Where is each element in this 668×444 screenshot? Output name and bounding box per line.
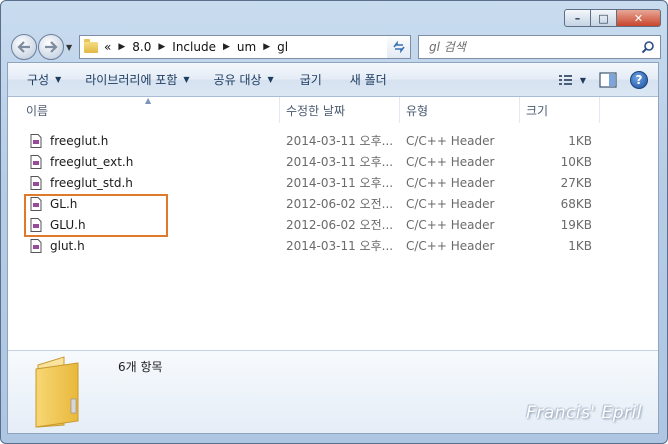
add-to-library-button[interactable]: 라이브러리에 포함 ▼ [76, 69, 198, 91]
file-type: C/C++ Header [406, 196, 495, 211]
close-button[interactable]: ✕ [617, 9, 661, 27]
file-date: 2012-06-02 오전... [286, 218, 394, 232]
breadcrumb-separator-icon[interactable]: ▶ [158, 42, 165, 52]
details-pane: 6개 항목 Francis' Epril [8, 350, 658, 433]
breadcrumb-separator-icon[interactable]: ▶ [118, 42, 125, 52]
file-size: 1KB [568, 133, 592, 148]
refresh-button[interactable] [387, 35, 411, 59]
new-folder-label: 새 폴더 [349, 73, 387, 87]
maximize-button[interactable]: □ [591, 9, 617, 27]
column-header-type[interactable]: 유형 [400, 97, 520, 123]
preview-pane-button[interactable] [598, 70, 618, 90]
chevron-down-icon: ▼ [183, 75, 190, 84]
new-folder-button[interactable]: 새 폴더 [341, 69, 396, 91]
minimize-button[interactable]: – [564, 9, 591, 27]
back-arrow-icon [17, 41, 30, 53]
file-size: 19KB [560, 217, 592, 232]
large-folder-icon [35, 356, 79, 428]
header-file-icon [30, 238, 42, 253]
column-header-size[interactable]: 크기 [520, 97, 600, 123]
file-row[interactable]: freeglut.h 2014-03-11 오후... C/C++ Header… [26, 130, 606, 151]
file-name-cell: glut.h [26, 238, 85, 253]
refresh-icon [392, 40, 405, 54]
file-name: freeglut_ext.h [50, 154, 134, 169]
search-icon[interactable] [641, 40, 655, 54]
search-box [418, 35, 661, 59]
chevron-down-icon: ▼ [55, 75, 62, 84]
breadcrumb-item[interactable]: Include [172, 40, 216, 54]
breadcrumb-separator-icon[interactable]: ▶ [223, 42, 230, 52]
recent-pages-dropdown[interactable]: ▼ [66, 43, 72, 52]
header-file-icon [30, 154, 42, 169]
organize-label: 구성 [27, 73, 50, 87]
file-name: freeglut_std.h [50, 175, 133, 190]
file-name-cell: freeglut_ext.h [26, 154, 134, 169]
forward-button[interactable] [38, 34, 64, 60]
change-view-button[interactable] [556, 70, 576, 90]
file-name: freeglut.h [50, 133, 109, 148]
share-with-button[interactable]: 공유 대상 ▼ [205, 69, 283, 91]
file-date: 2014-03-11 오후... [286, 155, 394, 169]
file-name: glut.h [50, 238, 85, 253]
file-list: freeglut.h 2014-03-11 오후... C/C++ Header… [26, 130, 606, 256]
breadcrumb-item[interactable]: um [237, 40, 256, 54]
column-header-date[interactable]: 수정한 날짜 [280, 97, 400, 123]
search-input[interactable] [429, 40, 629, 54]
file-name-cell: freeglut.h [26, 133, 109, 148]
caption-buttons: – □ ✕ [564, 9, 661, 27]
add-to-library-label: 라이브러리에 포함 [85, 73, 178, 87]
file-date: 2014-03-11 오후... [286, 134, 394, 148]
watermark-text: Francis' Epril [526, 403, 642, 423]
preview-pane-icon [599, 72, 617, 88]
burn-label: 굽기 [299, 73, 322, 87]
file-type: C/C++ Header [406, 175, 495, 190]
file-row[interactable]: freeglut_ext.h 2014-03-11 오후... C/C++ He… [26, 151, 606, 172]
breadcrumb-item[interactable]: 8.0 [132, 40, 151, 54]
help-button[interactable]: ? [630, 71, 648, 89]
annotation-highlight-box [24, 194, 168, 237]
header-file-icon [30, 175, 42, 190]
item-count: 6개 항목 [118, 360, 163, 374]
header-file-icon [30, 133, 42, 148]
column-header-row: ▲ 이름 수정한 날짜 유형 크기 [8, 96, 658, 123]
file-date: 2014-03-11 오후... [286, 176, 394, 190]
breadcrumb-item[interactable]: gl [277, 40, 288, 54]
forward-arrow-icon [45, 41, 58, 53]
organize-button[interactable]: 구성 ▼ [18, 69, 70, 91]
view-list-icon [558, 75, 572, 85]
file-date: 2014-03-11 오후... [286, 239, 394, 253]
address-bar[interactable]: « ▶ 8.0 ▶ Include ▶ um ▶ gl ▼ [79, 35, 409, 59]
view-options-dropdown-icon[interactable]: ▼ [576, 69, 590, 91]
breadcrumb-separator-icon[interactable]: ▶ [263, 42, 270, 52]
file-name-cell: freeglut_std.h [26, 175, 133, 190]
file-size: 1KB [568, 238, 592, 253]
file-date: 2012-06-02 오전... [286, 197, 394, 211]
chevron-down-icon: ▼ [267, 75, 274, 84]
breadcrumb-overflow[interactable]: « [104, 40, 111, 54]
file-size: 68KB [560, 196, 592, 211]
file-row[interactable]: glut.h 2014-03-11 오후... C/C++ Header 1KB [26, 235, 606, 256]
toolbar-right-tools: ▼ ? [548, 69, 648, 91]
file-size: 27KB [560, 175, 592, 190]
breadcrumb: « ▶ 8.0 ▶ Include ▶ um ▶ gl [104, 40, 288, 54]
file-type: C/C++ Header [406, 154, 495, 169]
folder-icon [84, 38, 98, 53]
back-button[interactable] [11, 34, 37, 60]
file-type: C/C++ Header [406, 238, 495, 253]
burn-button[interactable]: 굽기 [291, 69, 331, 91]
help-icon: ? [635, 73, 643, 87]
file-type: C/C++ Header [406, 217, 495, 232]
file-size: 10KB [560, 154, 592, 169]
share-with-label: 공유 대상 [213, 73, 262, 87]
file-row[interactable]: freeglut_std.h 2014-03-11 오후... C/C++ He… [26, 172, 606, 193]
file-type: C/C++ Header [406, 133, 495, 148]
command-bar: 구성 ▼ 라이브러리에 포함 ▼ 공유 대상 ▼ 굽기 새 폴더 ▼ ? [8, 63, 658, 97]
column-header-name[interactable]: 이름 [20, 97, 280, 123]
nav-buttons: ▼ [11, 34, 72, 60]
